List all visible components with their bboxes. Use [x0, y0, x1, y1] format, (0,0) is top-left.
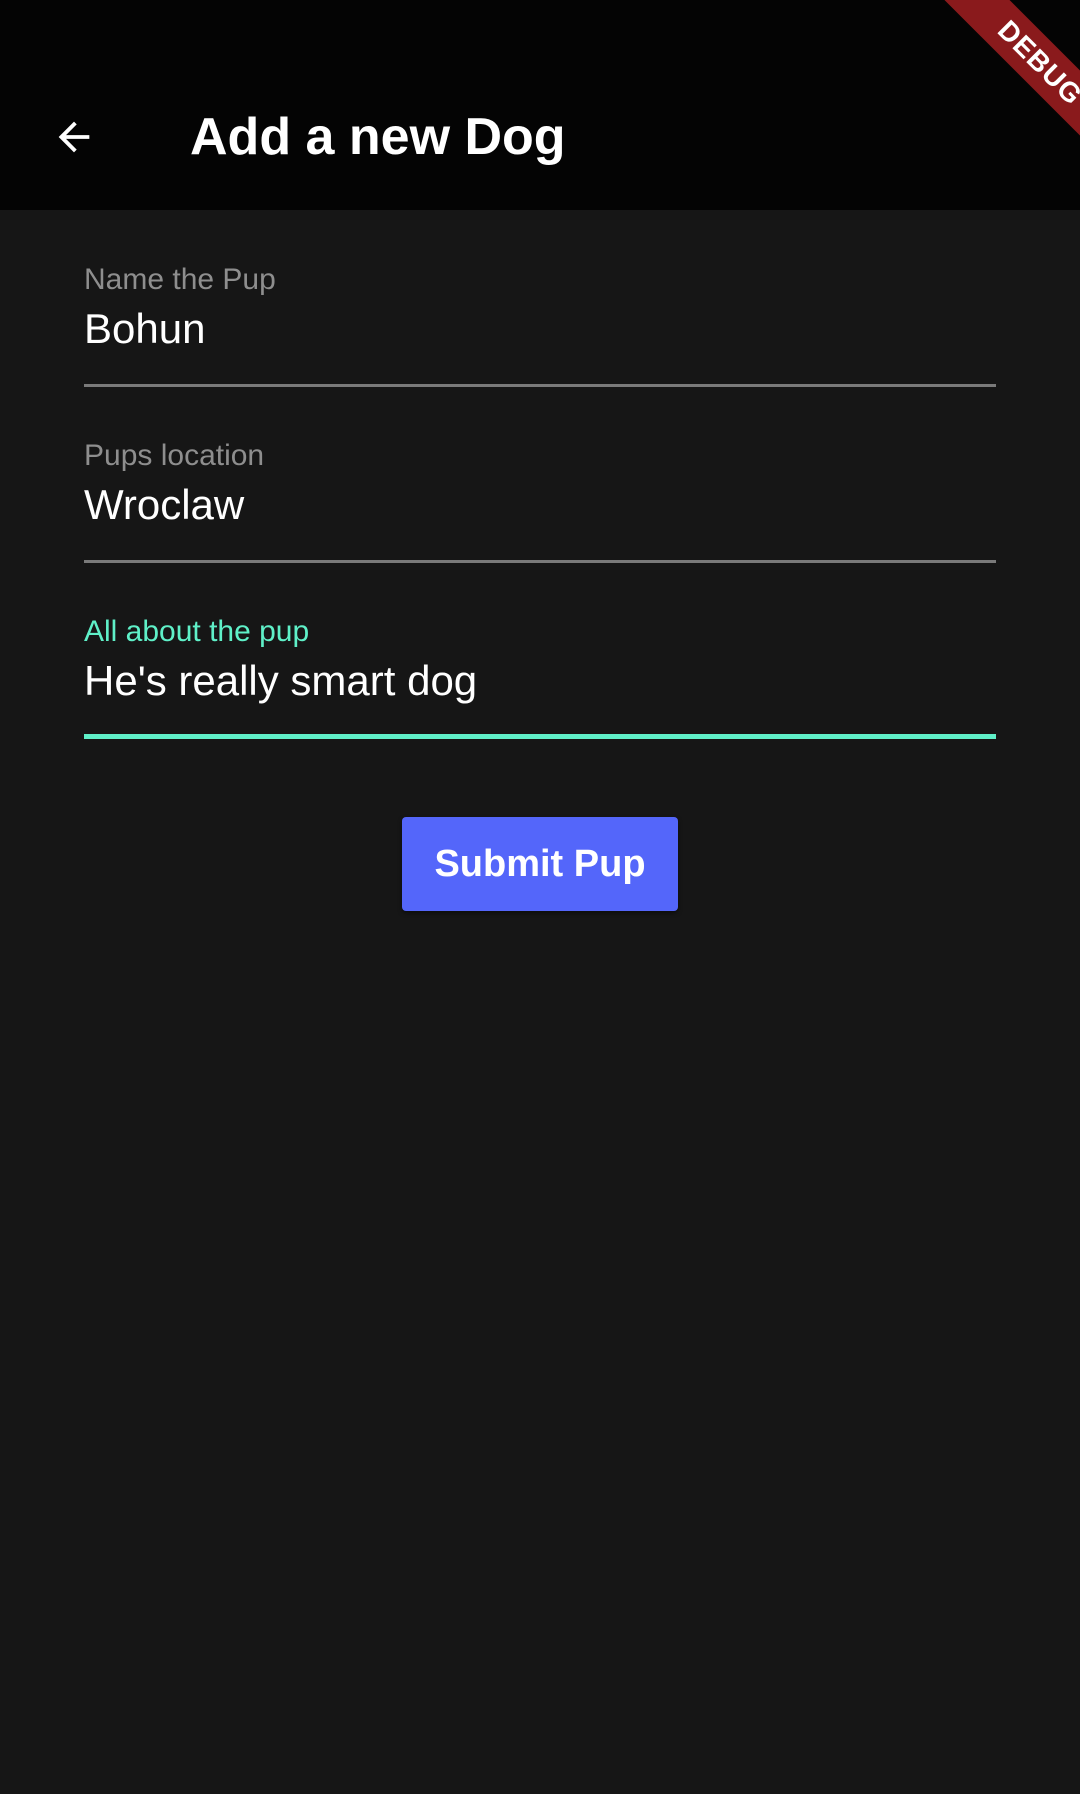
pup-description-label: All about the pup: [84, 615, 310, 648]
pup-location-field[interactable]: Pups location Wroclaw: [84, 438, 996, 566]
app-bar: Add a new Dog: [0, 0, 1080, 210]
arrow-back-icon: [51, 114, 97, 160]
pup-name-label: Name the Pup: [84, 263, 276, 296]
pup-description-underline: [84, 734, 996, 739]
submit-pup-button[interactable]: Submit Pup: [402, 817, 678, 911]
page-title: Add a new Dog: [190, 108, 566, 166]
pup-description-field[interactable]: All about the pup He's really smart dog: [84, 614, 996, 742]
pup-location-underline: [84, 560, 996, 563]
pup-name-input[interactable]: Bohun: [84, 304, 205, 354]
back-button[interactable]: [37, 95, 111, 179]
pup-description-input[interactable]: He's really smart dog: [84, 656, 477, 706]
pup-name-field[interactable]: Name the Pup Bohun: [84, 262, 996, 390]
pup-location-label: Pups location: [84, 439, 265, 472]
pup-location-input[interactable]: Wroclaw: [84, 480, 244, 530]
pup-name-underline: [84, 384, 996, 387]
